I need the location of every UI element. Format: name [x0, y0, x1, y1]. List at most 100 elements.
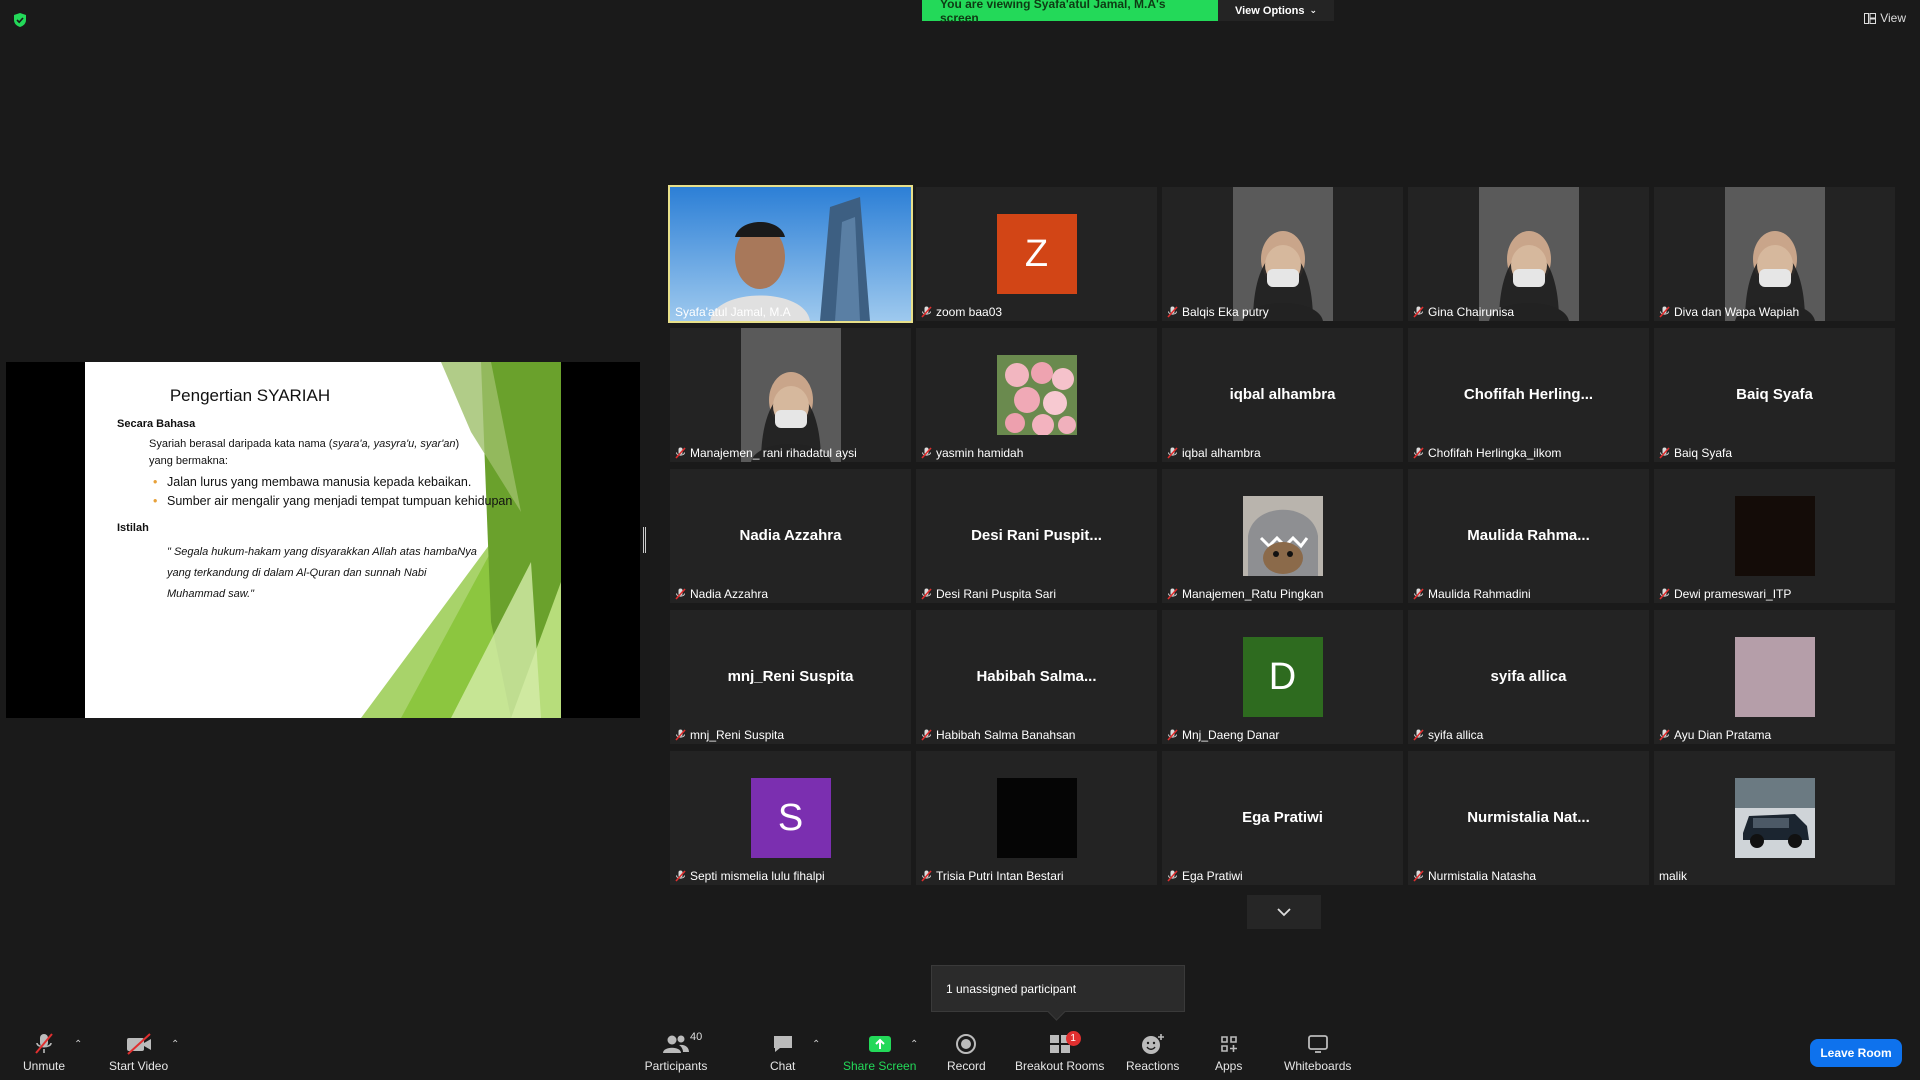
participant-name-label: Balqis Eka putry [1167, 305, 1269, 319]
participant-display-name: Ega Pratiwi [1242, 809, 1323, 826]
chat-options-caret[interactable]: ⌃ [812, 1039, 820, 1050]
participant-display-name: mnj_Reni Suspita [727, 668, 854, 685]
gallery-next-page-button[interactable] [1247, 895, 1321, 929]
participant-name-label: Septi mismelia lulu fihalpi [675, 869, 825, 883]
participant-tile[interactable]: iqbal alhambra iqbal alhambra [1162, 328, 1403, 462]
participant-tile[interactable]: Maulida Rahma... Maulida Rahmadini [1408, 469, 1649, 603]
participant-tile[interactable]: Syafa'atul Jamal, M.A [668, 185, 913, 323]
participant-tile[interactable]: Dewi prameswari_ITP [1654, 469, 1895, 603]
participant-name-label: Trisia Putri Intan Bestari [921, 869, 1064, 883]
participant-tile[interactable]: Balqis Eka putry [1162, 187, 1403, 321]
leave-room-button[interactable]: Leave Room [1810, 1039, 1902, 1067]
participant-name-label: Manajemen_ rani rihadatul aysi [675, 446, 857, 460]
microphone-muted-icon [35, 1033, 53, 1054]
profile-picture-mauve [1734, 637, 1815, 717]
view-options-button[interactable]: View Options ⌄ [1218, 0, 1334, 21]
participant-tile[interactable]: Chofifah Herling... Chofifah Herlingka_il… [1408, 328, 1649, 462]
security-shield-icon[interactable] [12, 12, 28, 28]
slide-heading-istilah: Istilah [117, 521, 149, 534]
slide-quote: " Segala hukum-hakam yang disyarakkan Al… [167, 546, 477, 601]
microphone-muted-icon [1167, 729, 1178, 741]
participant-tile[interactable]: Diva dan Wapa Wapiah [1654, 187, 1895, 321]
share-screen-button[interactable]: Share Screen [843, 1031, 916, 1073]
apps-label: Apps [1215, 1059, 1243, 1073]
participant-name-label: malik [1659, 869, 1688, 883]
shared-screen[interactable]: Pengertian SYARIAH Secara Bahasa Syariah… [6, 362, 640, 718]
participant-tile[interactable]: Trisia Putri Intan Bestari [916, 751, 1157, 885]
start-video-button[interactable]: Start Video [109, 1031, 168, 1073]
chat-label: Chat [770, 1059, 796, 1073]
reactions-button[interactable]: Reactions [1126, 1031, 1179, 1073]
unmute-button[interactable]: Unmute [23, 1031, 65, 1073]
participant-video-feed [1478, 187, 1579, 321]
participant-tile[interactable]: Desi Rani Puspit... Desi Rani Puspita Sar… [916, 469, 1157, 603]
tooltip-text: 1 unassigned participant [946, 981, 1077, 996]
participant-tile[interactable]: mnj_Reni Suspita mnj_Reni Suspita [670, 610, 911, 744]
participant-tile[interactable]: yasmin hamidah [916, 328, 1157, 462]
presentation-slide: Pengertian SYARIAH Secara Bahasa Syariah… [85, 362, 561, 718]
participant-tile[interactable]: Zzoom baa03 [916, 187, 1157, 321]
share-options-caret[interactable]: ⌃ [910, 1039, 918, 1050]
profile-picture-black [996, 778, 1077, 858]
unmute-label: Unmute [23, 1059, 66, 1073]
microphone-muted-icon [1413, 447, 1424, 459]
zoom-meeting-window: You are viewing Syafa'atul Jamal, M.A's … [0, 0, 1920, 1080]
participant-tile[interactable]: Ega Pratiwi Ega Pratiwi [1162, 751, 1403, 885]
participant-display-name: Desi Rani Puspit... [971, 527, 1102, 544]
video-options-caret[interactable]: ⌃ [171, 1039, 179, 1050]
whiteboard-icon [1307, 1035, 1328, 1053]
participant-tile[interactable]: Nadia Azzahra Nadia Azzahra [670, 469, 911, 603]
profile-picture-dark [1734, 496, 1815, 576]
apps-button[interactable]: Apps [1215, 1031, 1242, 1073]
slide-line-1: Syariah berasal daripada kata nama (syar… [149, 437, 460, 450]
participant-display-name: Chofifah Herling... [1463, 386, 1594, 403]
participant-name-label: Baiq Syafa [1659, 446, 1732, 460]
microphone-muted-icon [1659, 306, 1670, 318]
participant-display-name: iqbal alhambra [1229, 386, 1336, 403]
microphone-muted-icon [921, 870, 932, 882]
participant-name-label: Dewi prameswari_ITP [1659, 587, 1791, 601]
microphone-muted-icon [675, 729, 686, 741]
participant-tile[interactable]: Gina Chairunisa [1408, 187, 1649, 321]
participant-name-label: Desi Rani Puspita Sari [921, 587, 1056, 601]
chevron-down-icon [1277, 908, 1291, 917]
meeting-toolbar: Unmute ⌃ Start Video ⌃ 40 Participants C… [0, 1025, 1920, 1080]
participant-tile[interactable]: Baiq Syafa Baiq Syafa [1654, 328, 1895, 462]
participant-name-label: Nurmistalia Natasha [1413, 869, 1536, 883]
participant-tile[interactable]: malik [1654, 751, 1895, 885]
view-button[interactable]: View [1864, 11, 1906, 25]
participants-label: Participants [644, 1059, 708, 1073]
participant-tile[interactable]: S Septi mismelia lulu fihalpi [670, 751, 911, 885]
slide-bullet-2: Sumber air mengalir yang menjadi tempat … [117, 494, 532, 510]
whiteboards-button[interactable]: Whiteboards [1284, 1031, 1351, 1073]
microphone-muted-icon [921, 588, 932, 600]
chat-button[interactable]: Chat [770, 1031, 795, 1073]
breakout-rooms-button[interactable]: 1 Breakout Rooms [1015, 1031, 1104, 1073]
participant-tile[interactable]: Nurmistalia Nat... Nurmistalia Natasha [1408, 751, 1649, 885]
microphone-muted-icon [921, 447, 932, 459]
participant-video-feed [1724, 187, 1825, 321]
share-screen-label: Share Screen [843, 1059, 917, 1073]
participant-name-label: Diva dan Wapa Wapiah [1659, 305, 1799, 319]
participant-tile[interactable]: Manajemen_ rani rihadatul aysi [670, 328, 911, 462]
participant-name-label: mnj_Reni Suspita [675, 728, 784, 742]
participant-tile[interactable]: Manajemen_Ratu Pingkan [1162, 469, 1403, 603]
participant-tile[interactable]: syifa allica syifa allica [1408, 610, 1649, 744]
participant-name-label: Ayu Dian Pratama [1659, 728, 1771, 742]
share-screen-icon [868, 1036, 891, 1052]
microphone-muted-icon [1413, 306, 1424, 318]
participants-button[interactable]: 40 Participants [643, 1031, 709, 1073]
host-video-feed [670, 187, 911, 321]
participant-tile[interactable]: Habibah Salma... Habibah Salma Banahsan [916, 610, 1157, 744]
participant-video-feed [1232, 187, 1333, 321]
screen-share-banner: You are viewing Syafa'atul Jamal, M.A's … [922, 0, 1334, 25]
microphone-muted-icon [1167, 588, 1178, 600]
microphone-muted-icon [921, 729, 932, 741]
participant-tile[interactable]: D Mnj_Daeng Danar [1162, 610, 1403, 744]
audio-options-caret[interactable]: ⌃ [74, 1039, 82, 1050]
split-resize-handle[interactable] [643, 527, 646, 553]
participant-display-name: Maulida Rahma... [1467, 527, 1590, 544]
participant-tile[interactable]: Ayu Dian Pratama [1654, 610, 1895, 744]
participant-name-label: Mnj_Daeng Danar [1167, 728, 1279, 742]
record-button[interactable]: Record [947, 1031, 986, 1073]
